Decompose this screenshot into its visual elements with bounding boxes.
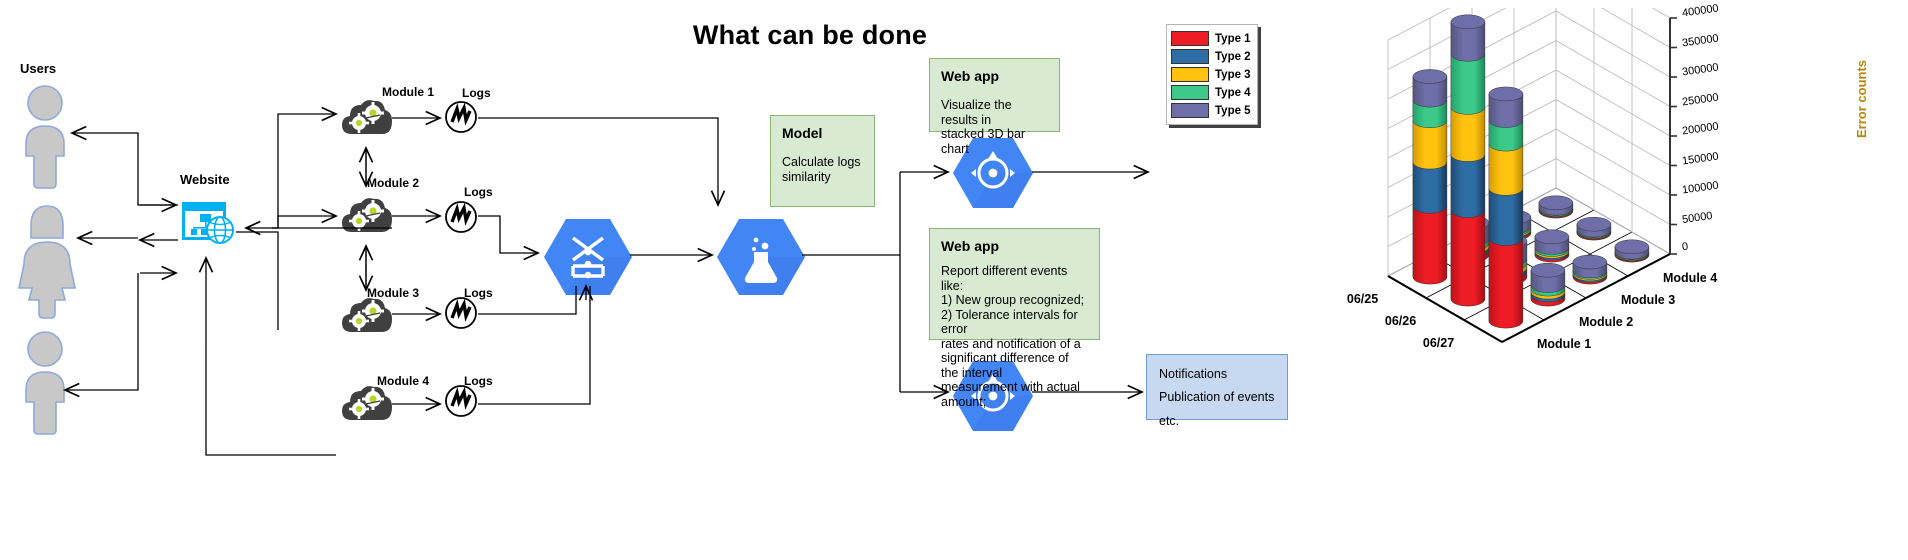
legend-label-3: Type 4: [1215, 86, 1251, 99]
legend-swatch-1: [1171, 49, 1209, 64]
legend-item-1: Type 2: [1171, 48, 1251, 65]
date-label-0: 06/25: [1346, 292, 1379, 307]
legend-item-0: Type 1: [1171, 30, 1251, 47]
legend-swatch-3: [1171, 85, 1209, 100]
legend-label-2: Type 3: [1215, 68, 1251, 81]
legend-label-0: Type 1: [1215, 32, 1251, 45]
y-axis-title: Error counts: [1854, 59, 1869, 138]
legend-label-4: Type 5: [1215, 104, 1251, 117]
module-label-1: Module 2: [1579, 315, 1634, 329]
module-label-0: Module 1: [1537, 337, 1592, 351]
legend-item-3: Type 4: [1171, 84, 1251, 101]
legend-label-1: Type 2: [1215, 50, 1251, 63]
legend-swatch-2: [1171, 67, 1209, 82]
legend-swatch-0: [1171, 31, 1209, 46]
module-label-3: Module 4: [1663, 271, 1718, 285]
stacked-3d-bar-chart: Type 1 Type 2 Type 3 Type 4 Type 5 0 5000…: [1138, 3, 1908, 351]
module-label-2: Module 3: [1621, 293, 1676, 307]
legend-swatch-4: [1171, 103, 1209, 118]
legend-item-2: Type 3: [1171, 66, 1251, 83]
date-label-2: 06/27: [1422, 336, 1455, 351]
legend-item-4: Type 5: [1171, 102, 1251, 119]
chart-legend: Type 1 Type 2 Type 3 Type 4 Type 5: [1166, 24, 1258, 125]
date-label-1: 06/26: [1384, 314, 1417, 329]
diagram-canvas: What can be done Users Website Module 1 …: [0, 0, 1908, 560]
